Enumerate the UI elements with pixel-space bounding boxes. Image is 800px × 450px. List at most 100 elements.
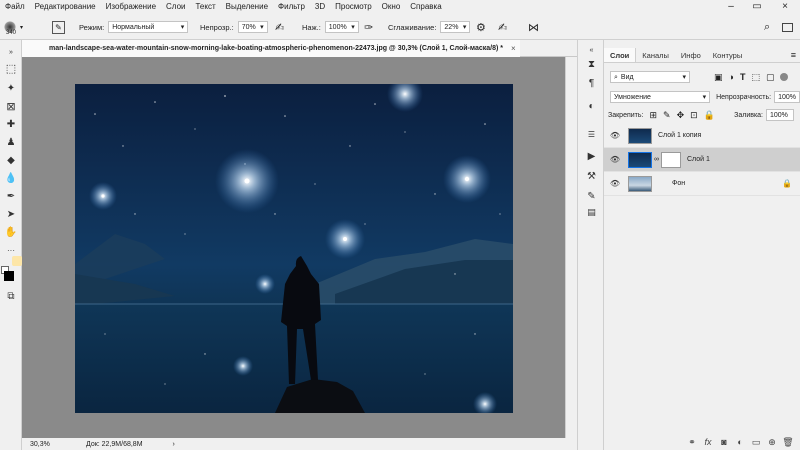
mode-select[interactable]: Нормальный ▾ (108, 21, 189, 33)
visibility-eye-icon[interactable]: 👁 (604, 155, 626, 164)
marquee-tool-icon[interactable]: ⬚ (4, 62, 18, 76)
layer-row-copy[interactable]: 👁 Слой 1 копия (604, 124, 800, 148)
play-actions-icon[interactable]: ▶ (585, 150, 598, 163)
properties-icon[interactable]: ☰ (585, 128, 598, 141)
zoom-level[interactable]: 30,3% (30, 441, 70, 448)
document-size: Док: 22,9M/68,8M (86, 440, 143, 448)
image-canvas[interactable] (75, 84, 513, 413)
paragraph-icon[interactable]: ¶ (585, 77, 598, 90)
link-layers-icon[interactable]: ⚭ (684, 437, 700, 448)
menu-help[interactable]: Справка (405, 0, 446, 14)
filter-smart-icon[interactable]: ▢ (766, 72, 775, 83)
adjustment-layer-icon[interactable]: ◐ (732, 437, 748, 447)
brush-settings-button[interactable]: ✎ (52, 14, 65, 40)
layer-opacity-input[interactable]: 100% (774, 91, 800, 103)
tab-channels[interactable]: Каналы (636, 48, 675, 62)
eraser-tool-icon[interactable]: ◆ (4, 154, 18, 168)
tab-layers[interactable]: Слои (604, 48, 637, 62)
workspace-button[interactable] (782, 14, 793, 40)
brush-icon[interactable]: ✎ (585, 190, 598, 203)
filter-adjustment-icon[interactable]: ◑ (729, 72, 734, 82)
canvas-area[interactable] (22, 57, 565, 438)
smoothing-input[interactable]: 22% ▾ (440, 21, 471, 33)
vertical-scrollbar[interactable] (565, 57, 577, 438)
adjustments-icon[interactable]: ◐ (585, 100, 598, 113)
pen-pressure-icon: ✍ (275, 21, 285, 34)
menu-3d[interactable]: 3D (310, 0, 330, 14)
background-color-swatch[interactable] (4, 271, 14, 281)
lock-transparency-icon[interactable]: ⊞ (649, 110, 657, 121)
filter-shape-icon[interactable]: ⬚ (751, 72, 760, 83)
screen-mode-icon[interactable]: ⧉ (4, 290, 18, 304)
link-chain-icon[interactable]: ∞ (654, 156, 659, 163)
filter-pixel-icon[interactable]: ▣ (714, 72, 723, 83)
layer-thumbnail (628, 151, 652, 168)
menu-image[interactable]: Изображение (101, 0, 161, 14)
collapse-icon[interactable]: « (585, 44, 598, 57)
document-tab[interactable]: man-landscape-sea-water-mountain-snow-mo… (22, 40, 520, 57)
layer-row-background[interactable]: 👁 Фон 🔒 (604, 172, 800, 196)
lock-all-icon[interactable]: 🔒 (704, 110, 715, 121)
menu-edit[interactable]: Редактирование (30, 0, 101, 14)
pressure-size-toggle[interactable]: ✍ (498, 14, 507, 40)
visibility-eye-icon[interactable]: 👁 (604, 179, 626, 188)
symmetry-button[interactable]: ⋈ (528, 14, 539, 40)
fill-input[interactable]: 100% (766, 109, 794, 121)
maximize-icon[interactable]: ▭ (748, 0, 766, 14)
blend-mode-select[interactable]: Умножение ▾ (610, 91, 711, 103)
menu-filter[interactable]: Фильтр (273, 0, 310, 14)
minimize-icon[interactable]: – (722, 0, 740, 14)
filter-type-icon[interactable]: T (740, 72, 746, 82)
stamp-tool-icon[interactable]: ♟ (4, 136, 18, 150)
layer-filter-select[interactable]: ⌕ Вид ▾ (610, 71, 690, 83)
layer-thumbnail (628, 175, 652, 192)
blur-tool-icon[interactable]: 💧 (4, 172, 18, 186)
brush-settings-icon[interactable]: ▤ (585, 206, 598, 219)
tab-paths[interactable]: Контуры (707, 48, 748, 62)
menu-type[interactable]: Текст (190, 0, 220, 14)
frame-tool-icon[interactable]: ⊠ (4, 100, 18, 114)
document-title: man-landscape-sea-water-mountain-snow-mo… (49, 45, 503, 52)
menu-file[interactable]: Файл (0, 0, 30, 14)
pen-tool-icon[interactable]: ✒ (4, 190, 18, 204)
search-button[interactable]: ⌕ (764, 14, 770, 40)
gear-icon: ⚙ (476, 21, 486, 34)
filter-toggle-icon[interactable] (780, 73, 789, 81)
hand-tool-icon[interactable]: ✋ (4, 226, 18, 240)
smoothing-options-button[interactable]: ⚙ (476, 14, 486, 40)
lock-artboard-icon[interactable]: ⊡ (690, 110, 698, 121)
lock-pixels-icon[interactable]: ✎ (663, 110, 671, 121)
menu-select[interactable]: Выделение (221, 0, 273, 14)
magic-wand-icon[interactable]: ✦ (4, 82, 18, 96)
airbrush-toggle[interactable]: ✑ (364, 14, 373, 40)
status-menu-arrow[interactable]: › (173, 441, 175, 448)
healing-brush-icon[interactable]: ✚ (4, 118, 18, 132)
selection-arrow-icon[interactable]: ➤ (4, 208, 18, 222)
history-icon[interactable]: ⧗ (585, 58, 598, 71)
menu-window[interactable]: Окно (377, 0, 406, 14)
close-window-icon[interactable]: × (776, 0, 794, 14)
panel-menu-icon[interactable]: ≡ (791, 48, 800, 62)
lock-icon: 🔒 (782, 179, 792, 188)
smoothing-value: 22% (444, 23, 459, 31)
trash-icon[interactable]: 🗑 (780, 437, 796, 448)
lock-position-icon[interactable]: ✥ (677, 110, 685, 121)
fx-icon[interactable]: fx (700, 437, 716, 447)
menu-layers[interactable]: Слои (161, 0, 190, 14)
close-tab-icon[interactable]: × (511, 44, 516, 53)
new-layer-icon[interactable]: ⊕ (764, 437, 780, 448)
layer-mask-thumbnail[interactable] (661, 151, 681, 168)
brush-preset-picker[interactable]: 340 ▾ (4, 14, 44, 40)
layer-row-layer1[interactable]: 👁 ∞ Слой 1 (604, 148, 800, 172)
opacity-input[interactable]: 70% ▾ (237, 21, 268, 33)
add-mask-icon[interactable]: ◙ (716, 437, 732, 447)
group-folder-icon[interactable]: ▭ (748, 437, 764, 448)
brush-settings-icon: ✎ (52, 20, 65, 34)
menu-view[interactable]: Просмотр (330, 0, 377, 14)
collapse-icon[interactable]: » (4, 46, 18, 60)
pressure-opacity-toggle[interactable]: ✍ (275, 14, 284, 40)
flow-input[interactable]: 100% ▾ (324, 21, 359, 33)
visibility-eye-icon[interactable]: 👁 (604, 131, 626, 140)
tool-presets-icon[interactable]: ⚒ (585, 170, 598, 183)
tab-info[interactable]: Инфо (675, 48, 707, 62)
